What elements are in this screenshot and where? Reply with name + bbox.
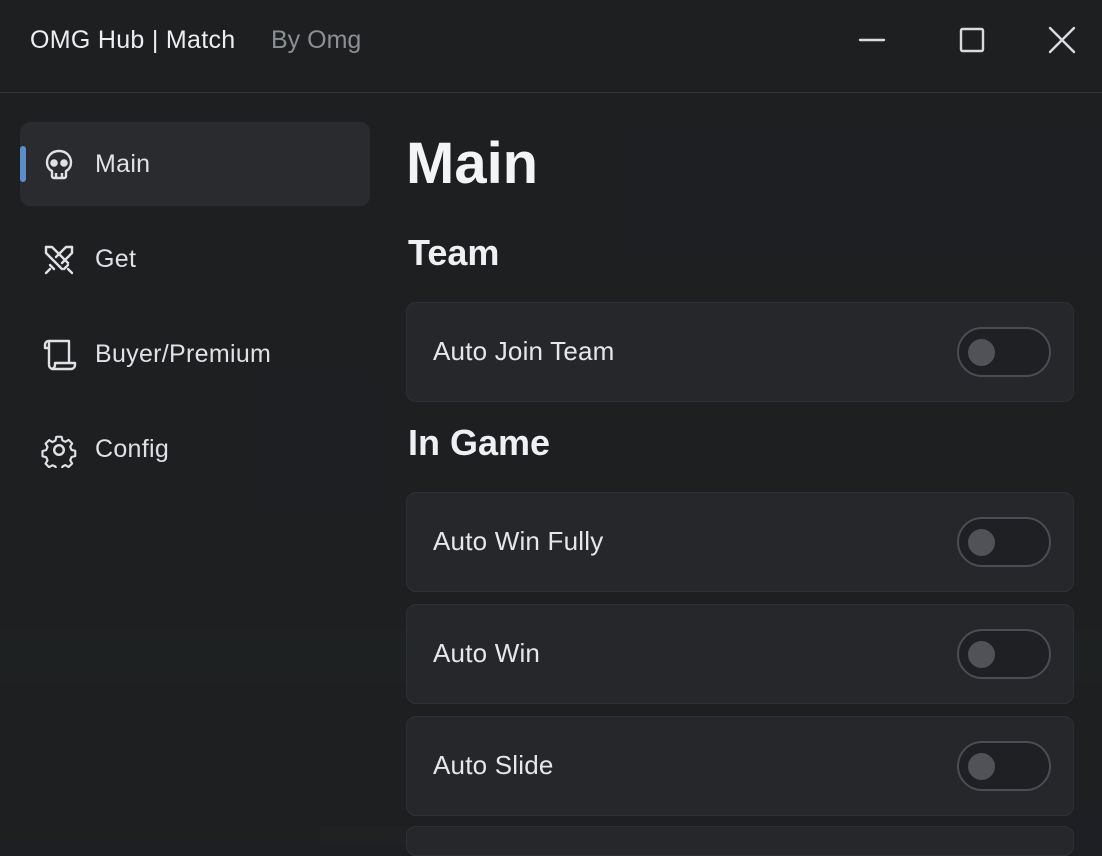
section-title-team: Team (408, 232, 500, 273)
toggle-row-auto-win: Auto Win (406, 604, 1074, 704)
toggle-label: Auto Join Team (433, 336, 615, 366)
toggle-knob (968, 339, 995, 366)
sidebar-item-get[interactable]: Get (20, 217, 370, 301)
toggle-row-partial (406, 826, 1074, 856)
toggle-label: Auto Slide (433, 750, 554, 780)
sidebar-item-main[interactable]: Main (20, 122, 370, 206)
gear-icon (40, 431, 78, 469)
page-title: Main (406, 131, 539, 196)
sidebar: Main Get Buyer/Premium Config (20, 122, 370, 502)
toggle-knob (968, 641, 995, 668)
crossed-swords-icon (40, 241, 78, 279)
close-button[interactable] (1042, 20, 1082, 60)
sidebar-item-label: Get (95, 244, 137, 273)
sidebar-item-label: Main (95, 149, 151, 178)
sidebar-item-label: Config (95, 434, 170, 463)
toggle-row-auto-win-fully: Auto Win Fully (406, 492, 1074, 592)
minimize-icon (858, 38, 886, 42)
section-title-in-game: In Game (408, 422, 551, 463)
auto-slide-toggle[interactable] (957, 741, 1051, 791)
auto-join-team-toggle[interactable] (957, 327, 1051, 377)
toggle-row-auto-slide: Auto Slide (406, 716, 1074, 816)
window-subtitle: By Omg (271, 26, 362, 54)
maximize-button[interactable] (952, 20, 992, 60)
sidebar-item-config[interactable]: Config (20, 407, 370, 491)
minimize-button[interactable] (852, 20, 892, 60)
close-icon (1048, 26, 1076, 54)
hub-window: OMG Hub | Match By Omg Main Get Buyer/Pr… (0, 0, 1102, 856)
toggle-row-auto-join-team: Auto Join Team (406, 302, 1074, 402)
title-bar[interactable]: OMG Hub | Match By Omg (0, 0, 1102, 93)
auto-win-toggle[interactable] (957, 629, 1051, 679)
toggle-label: Auto Win Fully (433, 526, 604, 556)
window-title: OMG Hub | Match (30, 26, 236, 54)
auto-win-fully-toggle[interactable] (957, 517, 1051, 567)
active-indicator (20, 146, 26, 182)
skull-icon (40, 146, 78, 184)
scroll-icon (40, 336, 78, 374)
sidebar-item-buyer-premium[interactable]: Buyer/Premium (20, 312, 370, 396)
toggle-knob (968, 753, 995, 780)
maximize-icon (959, 27, 985, 53)
toggle-label: Auto Win (433, 638, 541, 668)
sidebar-item-label: Buyer/Premium (95, 339, 272, 368)
toggle-knob (968, 529, 995, 556)
